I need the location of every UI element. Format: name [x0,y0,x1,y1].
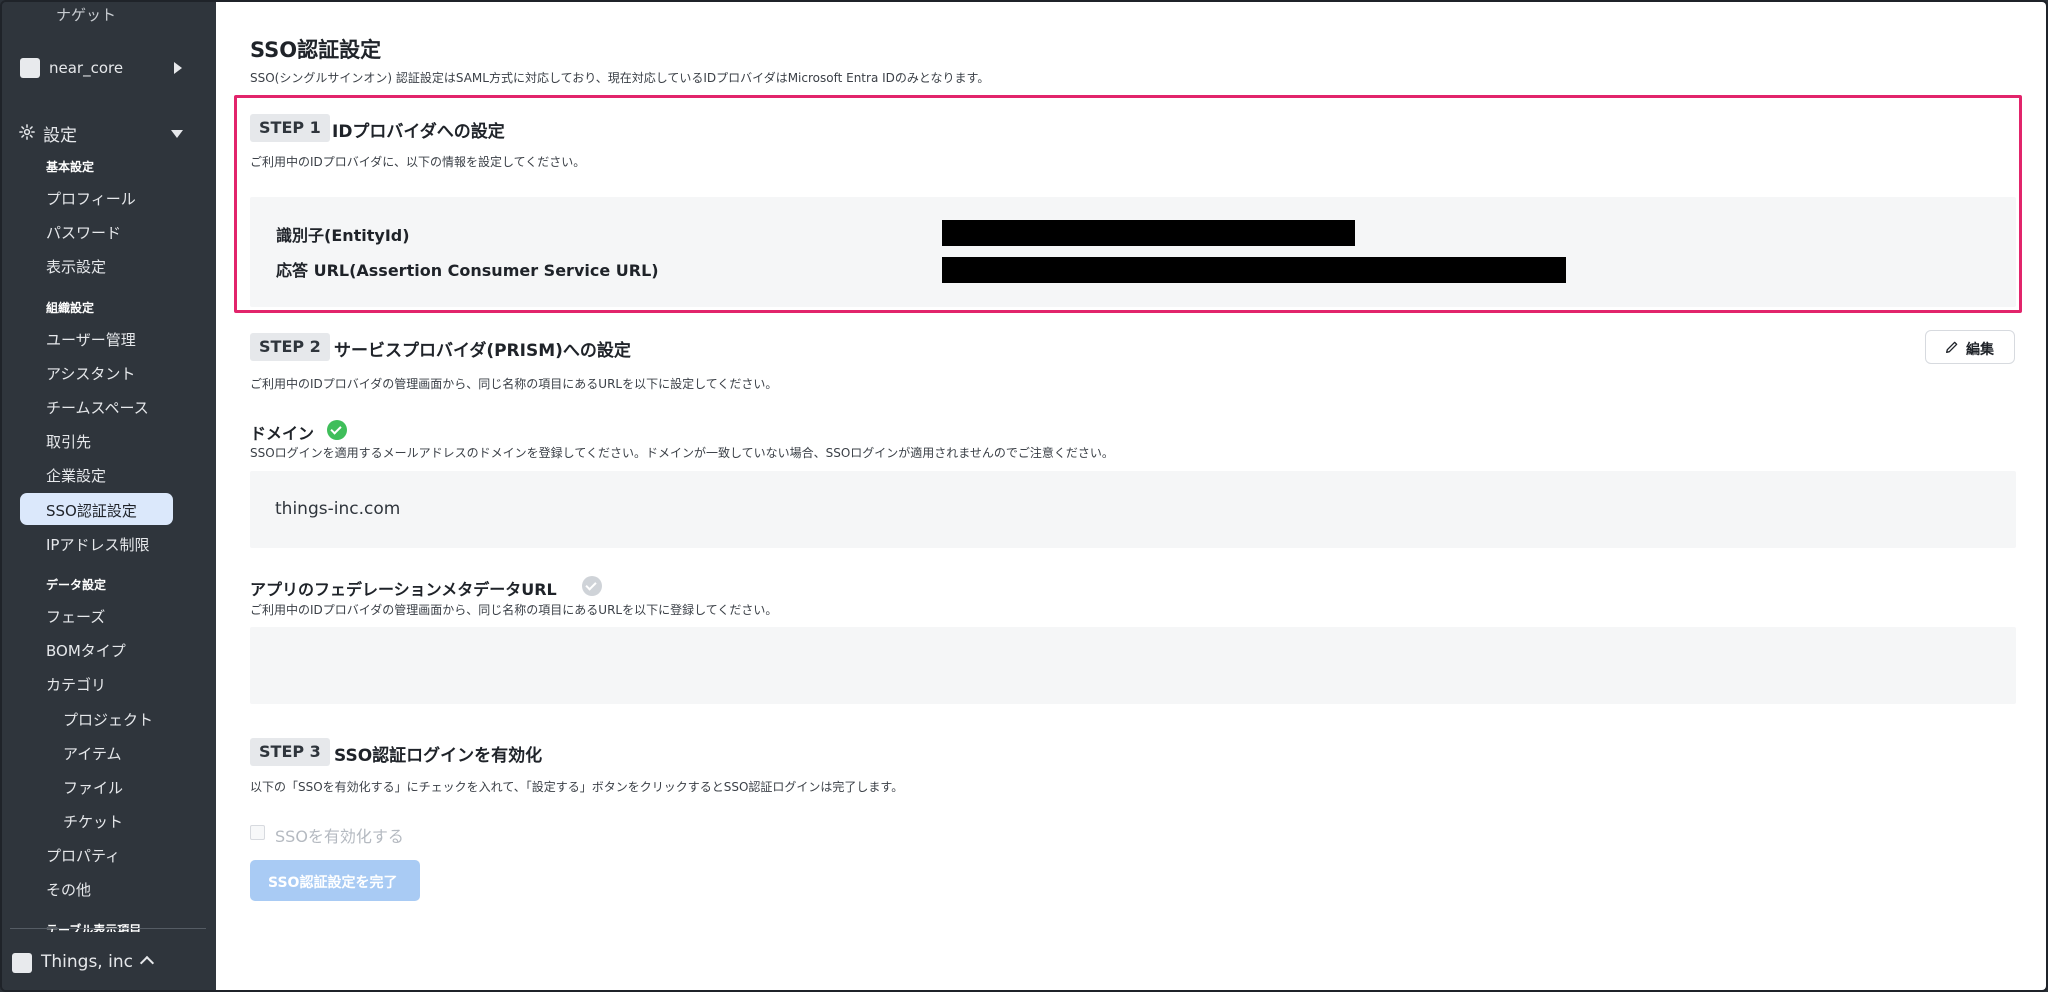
sidebar-item-profile[interactable]: プロフィール [46,188,136,209]
sidebar-divider [10,928,206,929]
entity-id-value-redacted [942,220,1355,246]
sidebar-item-phase[interactable]: フェーズ [46,606,105,627]
gear-icon [19,124,35,140]
domain-value: things-inc.com [275,499,401,519]
sidebar-item-company[interactable]: 企業設定 [46,465,106,486]
settings-label: 設定 [43,126,77,146]
complete-sso-button-label: SSO認証設定を完了 [268,875,398,891]
sidebar-item-other[interactable]: その他 [46,879,91,900]
page-description: SSO(シングルサインオン) 認証設定はSAML方式に対応しており、現在対応して… [250,71,990,85]
edit-button-label: 編集 [1966,342,1994,358]
sidebar: ナゲット near_core 設定 基本設定 プロフィール パスワード 表示設定… [2,2,216,990]
sidebar-item-project[interactable]: プロジェクト [63,709,153,730]
caret-down-icon [171,130,183,138]
workspace-avatar [20,58,40,78]
check-circle-icon [327,420,347,440]
sidebar-item-assistant[interactable]: アシスタント [46,363,135,384]
page-title: SSO認証設定 [250,38,382,62]
domain-description: SSOログインを適用するメールアドレスのドメインを登録してください。ドメインが一… [250,446,1114,460]
section-org: 組織設定 [46,301,95,315]
step2-title: サービスプロバイダ(PRISM)への設定 [334,341,631,361]
org-name: Things, inc [41,952,133,972]
workspace-name: near_core [49,59,124,77]
sidebar-item-bom[interactable]: BOMタイプ [46,640,126,661]
pencil-icon [1946,341,1958,353]
enable-sso-label: SSOを有効化する [275,827,404,846]
sidebar-item-property[interactable]: プロパティ [46,845,120,866]
step1-info-panel [250,197,2016,307]
step2-description: ご利用中のIDプロバイダの管理画面から、同じ名称の項目にあるURLを以下に設定し… [250,377,778,391]
section-data: データ設定 [46,578,107,592]
app-window: ナゲット near_core 設定 基本設定 プロフィール パスワード 表示設定… [0,0,2048,992]
metadata-url-field[interactable] [250,627,2016,704]
metadata-url-label: アプリのフェデレーションメタデータURL [250,580,557,599]
metadata-url-description: ご利用中のIDプロバイダの管理画面から、同じ名称の項目にあるURLを以下に登録し… [250,603,778,617]
check-circle-icon [582,576,602,596]
step3-description: 以下の「SSOを有効化する」にチェックを入れて、「設定する」ボタンをクリックする… [250,780,904,794]
caret-right-icon [174,62,182,74]
step3-badge: STEP 3 [250,738,330,766]
entity-id-label: 識別子(EntityId) [276,226,410,245]
step1-title: IDプロバイダへの設定 [332,122,505,142]
sidebar-item-category[interactable]: カテゴリ [46,674,106,695]
acs-url-label: 応答 URL(Assertion Consumer Service URL) [276,261,659,280]
sidebar-item-file[interactable]: ファイル [63,777,123,798]
domain-field[interactable] [250,471,2016,548]
domain-label: ドメイン [250,424,315,443]
acs-url-value-redacted [942,257,1566,283]
step2-badge: STEP 2 [250,333,330,361]
sidebar-item-display[interactable]: 表示設定 [46,256,106,277]
sidebar-item-ticket[interactable]: チケット [63,811,123,832]
sidebar-item-teamspace[interactable]: チームスペース [46,397,149,418]
step3-title: SSO認証ログインを有効化 [334,746,543,766]
sidebar-item-ip[interactable]: IPアドレス制限 [46,534,149,555]
sidebar-item-users[interactable]: ユーザー管理 [46,329,136,350]
step1-description: ご利用中のIDプロバイダに、以下の情報を設定してください。 [250,155,586,169]
sidebar-item-password[interactable]: パスワード [46,222,121,243]
sidebar-item-sso-label: SSO認証設定 [46,502,137,520]
step1-badge: STEP 1 [250,114,330,142]
section-basic: 基本設定 [46,160,95,174]
enable-sso-checkbox[interactable] [250,825,265,840]
sidebar-item-item[interactable]: アイテム [63,743,122,764]
org-avatar [12,953,32,973]
sidebar-item-nugget[interactable]: ナゲット [56,4,116,25]
sidebar-item-clients[interactable]: 取引先 [46,431,91,452]
main-content: SSO認証設定 SSO(シングルサインオン) 認証設定はSAML方式に対応してお… [216,2,2046,990]
